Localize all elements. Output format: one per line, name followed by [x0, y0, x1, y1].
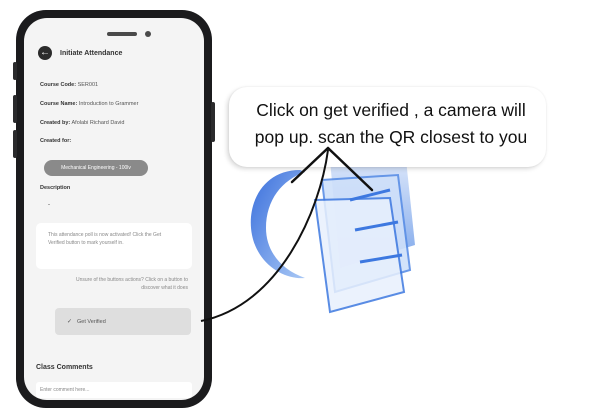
arrow-line [200, 149, 329, 322]
callout-arrow [200, 146, 374, 322]
arrow-head [290, 146, 374, 192]
